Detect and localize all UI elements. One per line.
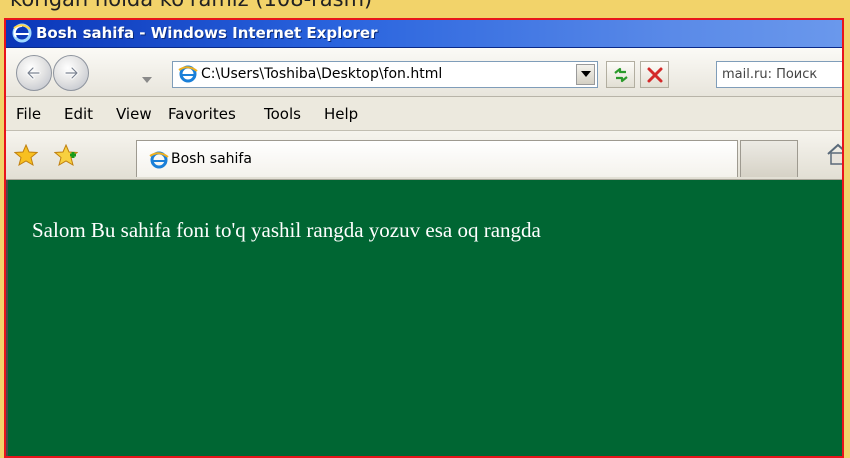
menu-edit[interactable]: Edit	[64, 105, 93, 123]
forward-arrow-icon	[64, 66, 79, 80]
ie-page-icon	[149, 150, 169, 175]
stop-icon	[647, 67, 663, 83]
address-bar[interactable]: C:\Users\Toshiba\Desktop\fon.html	[172, 61, 598, 88]
forward-button[interactable]	[53, 55, 89, 91]
add-favorite-icon[interactable]	[53, 143, 79, 171]
tab-label: Bosh sahifa	[171, 151, 252, 167]
ie-page-icon	[178, 64, 198, 89]
menu-help[interactable]: Help	[324, 105, 358, 123]
navigation-bar: C:\Users\Toshiba\Desktop\fon.html mail.r…	[6, 48, 842, 97]
slide-caption: korigan holda ko'ramiz (108-rasm)	[10, 0, 372, 11]
menu-view[interactable]: View	[116, 105, 152, 123]
tab-bar: Bosh sahifa	[6, 131, 842, 180]
chevron-down-icon	[142, 77, 152, 83]
favorites-star-icon[interactable]	[13, 143, 39, 171]
recent-pages-dropdown[interactable]	[142, 70, 152, 88]
screenshot-frame: Bosh sahifa - Windows Internet Explorer	[4, 18, 844, 458]
page-text: Salom Bu sahifa foni to'q yashil rangda …	[32, 218, 541, 242]
address-text[interactable]: C:\Users\Toshiba\Desktop\fon.html	[201, 66, 442, 82]
refresh-icon	[614, 67, 628, 83]
window-titlebar: Bosh sahifa - Windows Internet Explorer	[6, 20, 842, 48]
home-icon[interactable]	[826, 143, 842, 170]
back-arrow-icon	[26, 66, 41, 80]
new-tab-button[interactable]	[740, 140, 798, 177]
tab-bosh-sahifa[interactable]: Bosh sahifa	[136, 140, 738, 177]
menu-file[interactable]: File	[16, 105, 41, 123]
menu-tools[interactable]: Tools	[264, 105, 301, 123]
refresh-button[interactable]	[606, 61, 635, 88]
address-dropdown-button[interactable]	[576, 64, 595, 85]
chevron-down-icon	[581, 71, 591, 77]
window-title: Bosh sahifa - Windows Internet Explorer	[36, 24, 378, 42]
menu-bar: File Edit View Favorites Tools Help	[6, 97, 842, 131]
back-button[interactable]	[16, 55, 52, 91]
search-placeholder: mail.ru: Поиск	[722, 67, 818, 82]
ie-logo-icon	[12, 23, 32, 43]
stop-button[interactable]	[640, 61, 669, 88]
page-content: Salom Bu sahifa foni to'q yashil rangda …	[6, 180, 842, 456]
menu-favorites[interactable]: Favorites	[168, 105, 236, 123]
search-input[interactable]: mail.ru: Поиск	[716, 61, 842, 88]
